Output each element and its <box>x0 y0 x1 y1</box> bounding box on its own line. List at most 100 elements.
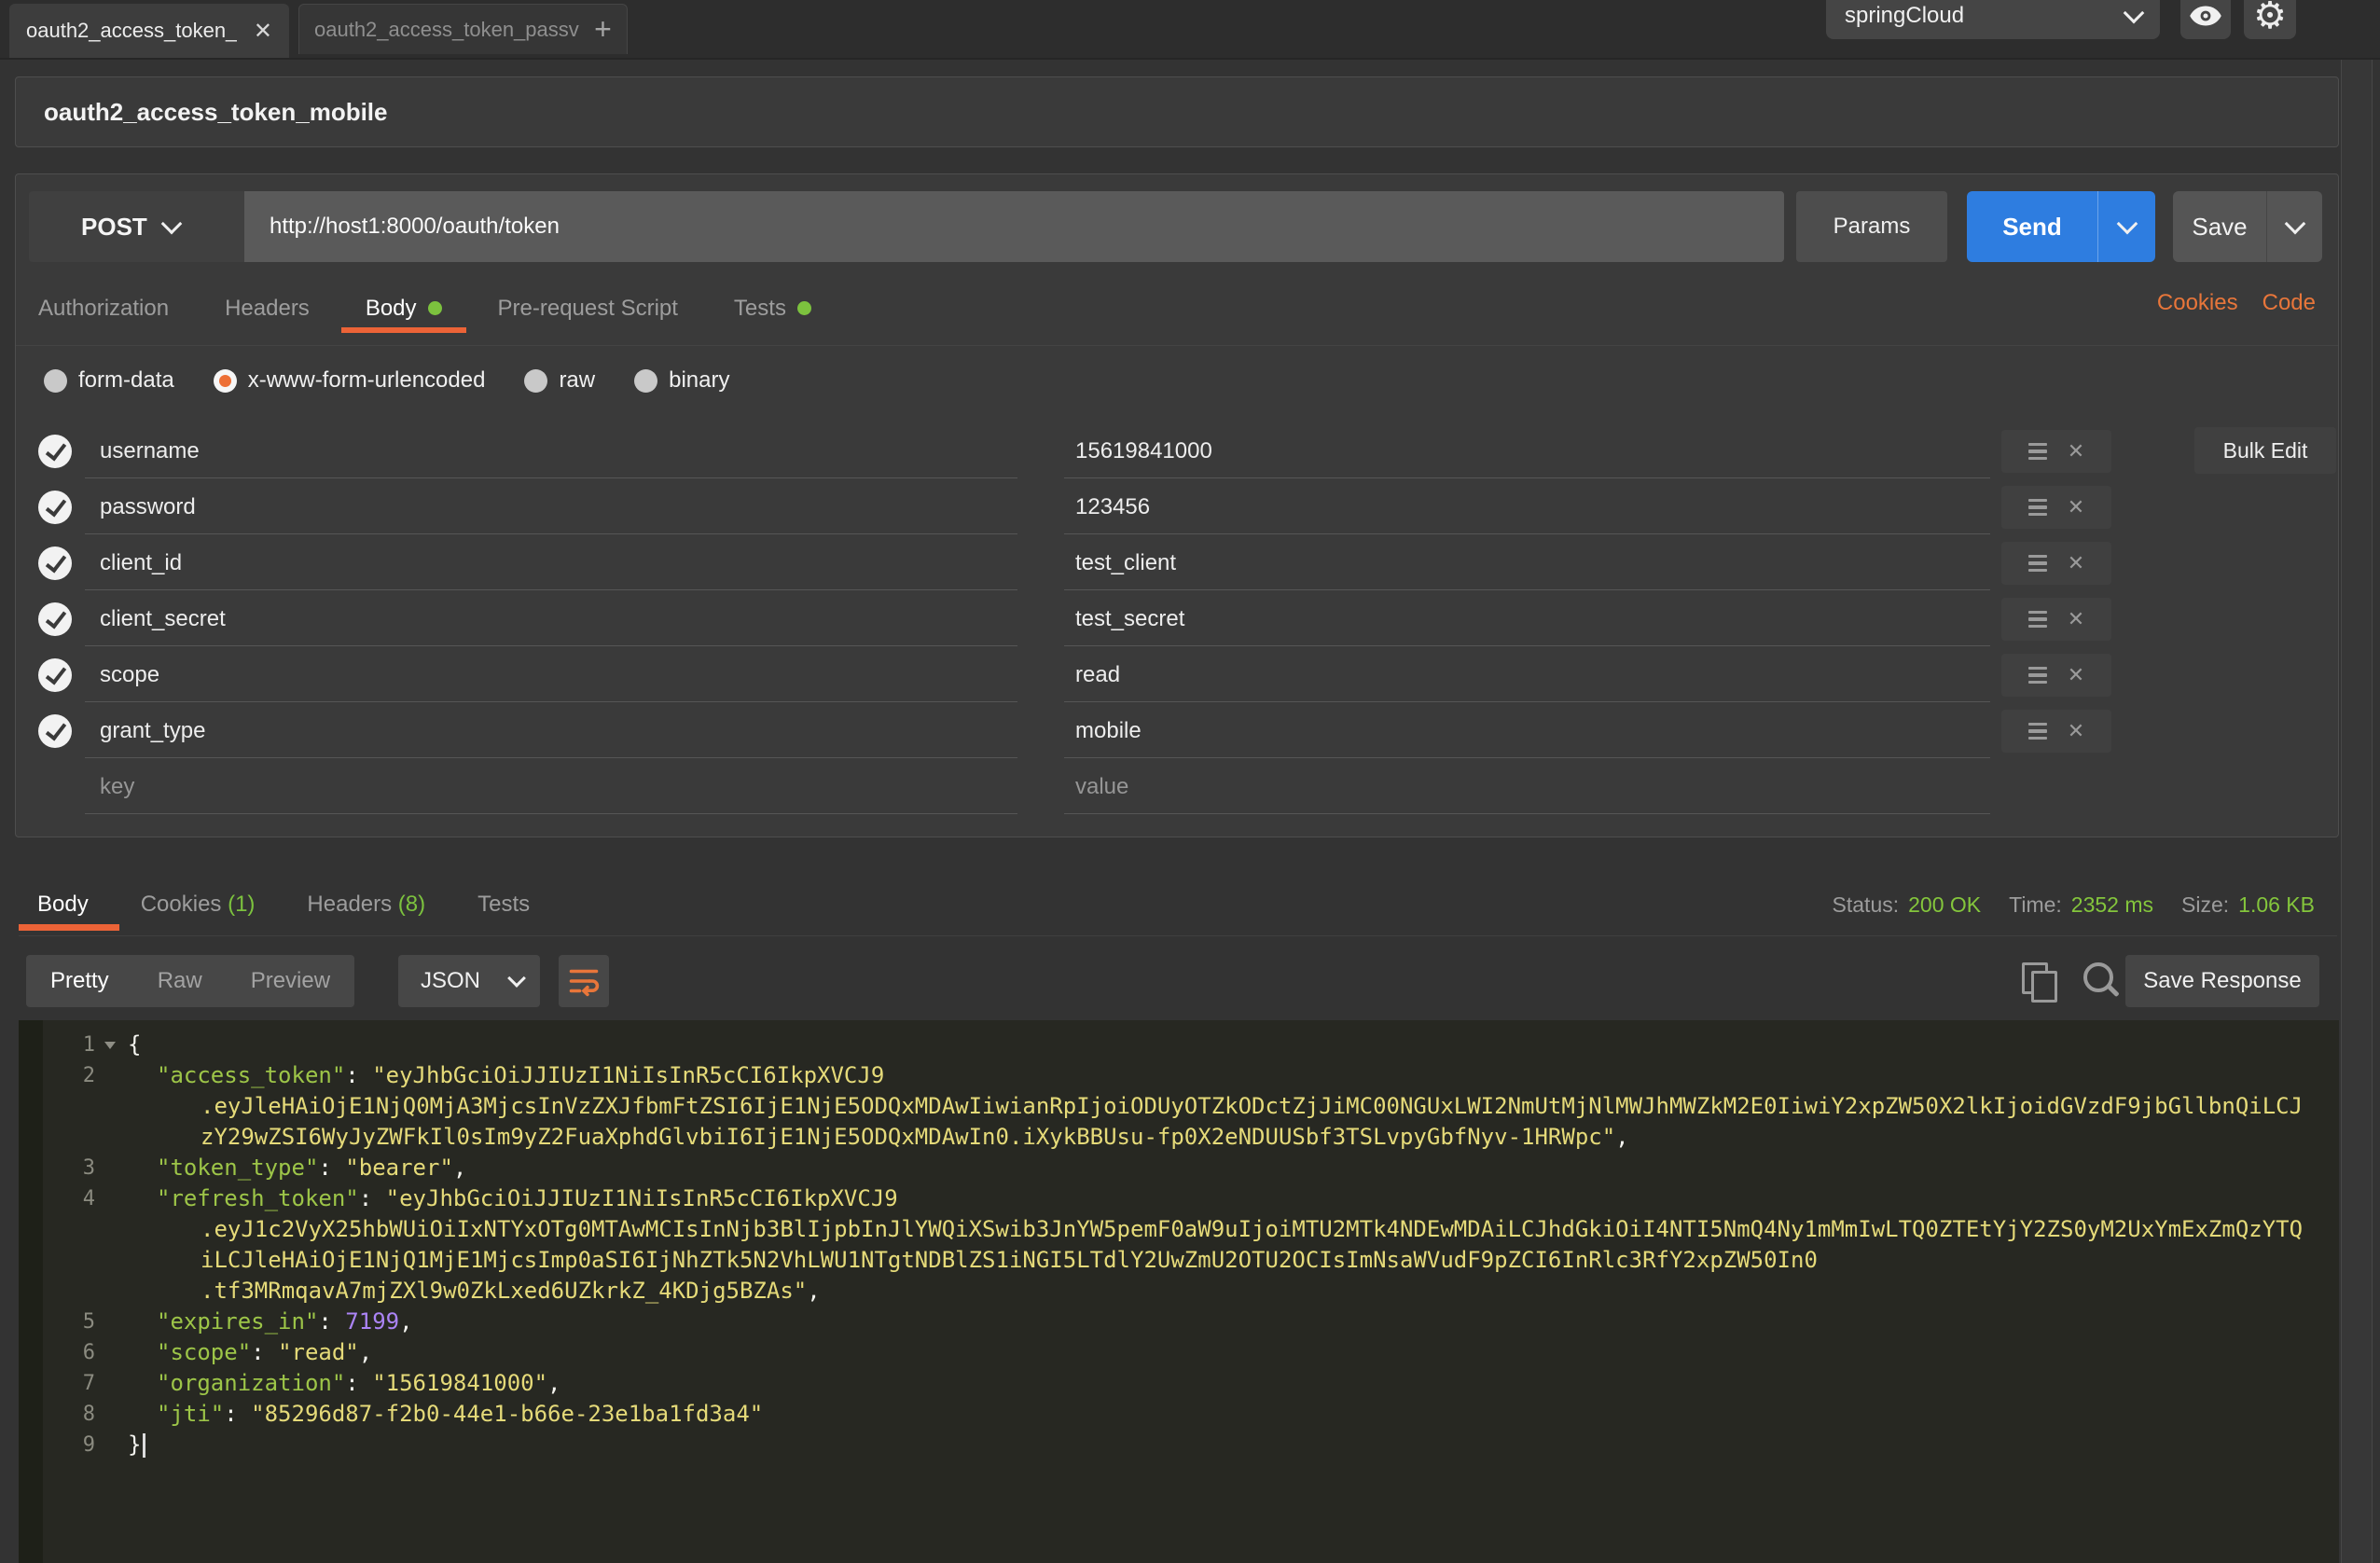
response-tab-tests[interactable]: Tests <box>477 892 530 918</box>
copy-response-icon[interactable] <box>2022 962 2059 1002</box>
save-label[interactable]: Save <box>2173 191 2267 262</box>
param-key-field[interactable]: password <box>85 479 1017 534</box>
view-mode-pretty[interactable]: Pretty <box>26 955 133 1007</box>
param-key-field[interactable]: scope <box>85 647 1017 702</box>
environment-selector[interactable]: springCloud <box>1826 0 2160 39</box>
delete-row-icon[interactable]: ✕ <box>2068 441 2084 462</box>
save-options-button[interactable] <box>2267 191 2322 262</box>
request-tab-body[interactable]: Body <box>366 296 442 322</box>
window-scrollbar[interactable] <box>2341 60 2373 1563</box>
param-value-field[interactable]: 15619841000 <box>1064 423 1990 478</box>
url-input[interactable]: http://host1:8000/oauth/token <box>245 191 1784 262</box>
environment-name: springCloud <box>1845 3 1964 29</box>
param-key-field[interactable]: username <box>85 423 1017 478</box>
code-line: 5"expires_in": 7199, <box>19 1307 2339 1337</box>
request-tab-authorization[interactable]: Authorization <box>38 296 169 322</box>
param-key-field[interactable]: grant_type <box>85 703 1017 758</box>
environment-preview-button[interactable] <box>2180 0 2231 39</box>
line-number: 9 <box>32 1430 95 1460</box>
param-key-placeholder[interactable]: key <box>85 759 1017 814</box>
response-tab-headers[interactable]: Headers (8) <box>307 892 425 918</box>
radio-selected-icon[interactable] <box>214 369 237 393</box>
response-tab-body[interactable]: Body <box>37 892 89 918</box>
code-line: .eyJ1c2VyX25hbWUiOiIxNTYxOTg0MTAwMCIsInN… <box>19 1214 2339 1245</box>
send-label[interactable]: Send <box>1967 191 2098 262</box>
send-button[interactable]: Send <box>1967 191 2155 262</box>
chevron-down-icon <box>507 969 526 988</box>
code-line: .eyJleHAiOjE1NjQ0MjA3MjcsInVzZXJfbmFtZSI… <box>19 1091 2339 1122</box>
param-value-field[interactable]: mobile <box>1064 703 1990 758</box>
cookies-link[interactable]: Cookies <box>2157 290 2238 316</box>
row-actions: ✕ <box>2001 654 2111 697</box>
response-body-viewer[interactable]: 1{2"access_token": "eyJhbGciOiJJIUzI1NiI… <box>19 1020 2339 1563</box>
param-enabled-checkbox[interactable] <box>38 491 72 524</box>
param-key-field[interactable]: client_secret <box>85 591 1017 646</box>
body-mode-form-data[interactable]: form-data <box>44 367 174 394</box>
close-tab-icon[interactable]: ✕ <box>241 18 272 45</box>
response-tab-cookies[interactable]: Cookies (1) <box>141 892 256 918</box>
request-section-tabs: Authorization Headers Body Pre-request Scri… <box>16 271 2338 346</box>
settings-button[interactable]: ⚙ <box>2244 0 2296 39</box>
line-number: 7 <box>32 1368 95 1399</box>
param-enabled-checkbox[interactable] <box>38 435 72 468</box>
workspace-tab-active[interactable]: oauth2_access_token_ ✕ <box>9 4 289 58</box>
param-row: password 123456 ✕ <box>16 479 2338 535</box>
code-text: "refresh_token": "eyJhbGciOiJJIUzI1NiIsI… <box>157 1183 898 1214</box>
delete-row-icon[interactable]: ✕ <box>2068 721 2084 741</box>
delete-row-icon[interactable]: ✕ <box>2068 665 2084 685</box>
delete-row-icon[interactable]: ✕ <box>2068 609 2084 629</box>
code-link[interactable]: Code <box>2262 290 2316 316</box>
delete-row-icon[interactable]: ✕ <box>2068 497 2084 518</box>
save-response-button[interactable]: Save Response <box>2125 955 2319 1007</box>
search-response-icon[interactable] <box>2082 961 2123 1003</box>
radio-icon[interactable] <box>634 369 657 393</box>
param-enabled-checkbox[interactable] <box>38 714 72 748</box>
text-cursor <box>143 1433 145 1458</box>
delete-row-icon[interactable]: ✕ <box>2068 553 2084 574</box>
radio-icon[interactable] <box>44 369 67 393</box>
param-value-field[interactable]: test_secret <box>1064 591 1990 646</box>
workspace-tab-inactive[interactable]: oauth2_access_token_passv <box>298 4 580 54</box>
drag-menu-icon[interactable] <box>2028 723 2047 740</box>
meta-value: 1.06 KB <box>2238 892 2315 918</box>
params-button[interactable]: Params <box>1796 191 1947 262</box>
view-mode-raw[interactable]: Raw <box>133 955 227 1007</box>
param-enabled-checkbox[interactable] <box>38 546 72 580</box>
param-enabled-checkbox[interactable] <box>38 658 72 692</box>
param-value-field[interactable]: 123456 <box>1064 479 1990 534</box>
param-value-field[interactable]: read <box>1064 647 1990 702</box>
code-text: "expires_in": 7199, <box>157 1307 413 1337</box>
line-number: 3 <box>32 1153 95 1183</box>
wrap-text-button[interactable] <box>559 955 609 1007</box>
method-selector[interactable]: POST <box>29 191 245 262</box>
drag-menu-icon[interactable] <box>2028 555 2047 573</box>
bulk-edit-button[interactable]: Bulk Edit <box>2194 427 2336 474</box>
request-tab-headers[interactable]: Headers <box>225 296 310 322</box>
save-button[interactable]: Save <box>2173 191 2322 262</box>
send-options-button[interactable] <box>2098 191 2155 262</box>
request-tab-tests[interactable]: Tests <box>734 296 811 322</box>
add-tab-button[interactable]: + <box>579 4 628 54</box>
body-mode-x-www-form-urlencoded[interactable]: x-www-form-urlencoded <box>214 367 486 394</box>
param-value-placeholder[interactable]: value <box>1064 759 1990 814</box>
unsaved-changes-dot <box>797 301 811 315</box>
view-mode-preview[interactable]: Preview <box>227 955 354 1007</box>
body-mode-label: form-data <box>78 367 174 394</box>
request-tab-pre-request-script[interactable]: Pre-request Script <box>498 296 678 322</box>
code-text: } <box>128 1430 145 1460</box>
radio-icon[interactable] <box>524 369 547 393</box>
response-format-selector[interactable]: JSON <box>398 955 540 1007</box>
drag-menu-icon[interactable] <box>2028 611 2047 629</box>
fold-arrow-icon[interactable] <box>104 1042 116 1049</box>
param-key-field[interactable]: client_id <box>85 535 1017 590</box>
body-mode-raw[interactable]: raw <box>524 367 595 394</box>
param-row: grant_type mobile ✕ <box>16 703 2338 759</box>
drag-menu-icon[interactable] <box>2028 667 2047 685</box>
request-tab-label: Pre-request Script <box>498 296 678 322</box>
body-mode-binary[interactable]: binary <box>634 367 729 394</box>
param-value-field[interactable]: test_client <box>1064 535 1990 590</box>
drag-menu-icon[interactable] <box>2028 499 2047 517</box>
param-enabled-checkbox[interactable] <box>38 602 72 636</box>
drag-menu-icon[interactable] <box>2028 443 2047 461</box>
row-actions: ✕ <box>2001 486 2111 529</box>
